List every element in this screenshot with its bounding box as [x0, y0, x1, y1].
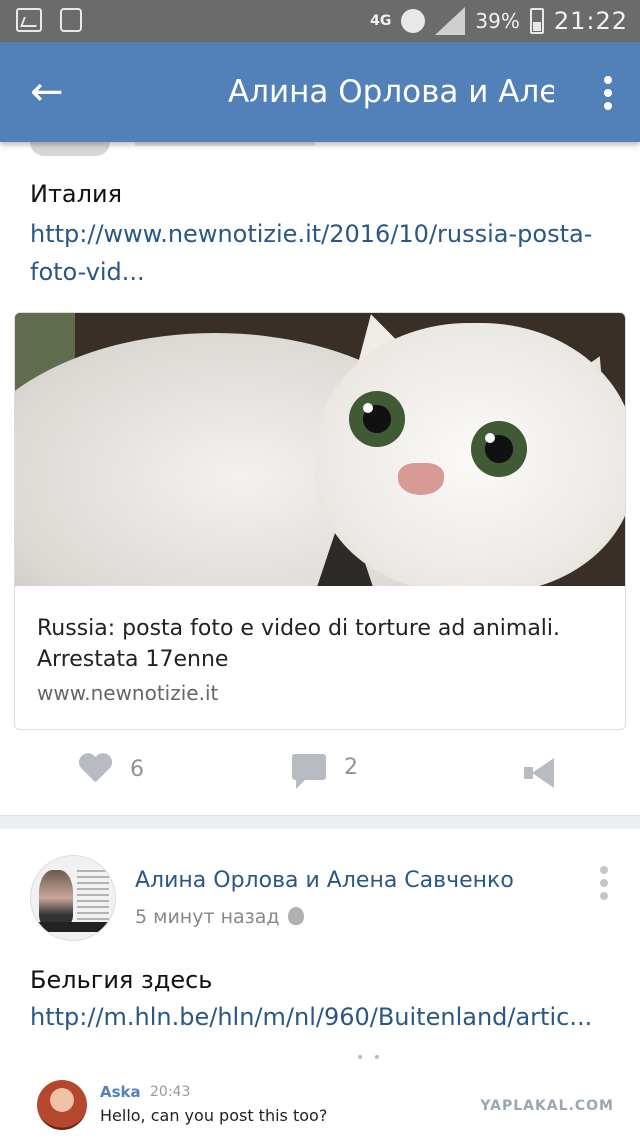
apple-icon: [287, 907, 304, 925]
app-bar: ← Алина Орлова и Алена Савченко: [0, 42, 640, 142]
post-link[interactable]: http://m.hln.be/hln/m/nl/960/Buitenland/…: [30, 998, 610, 1036]
card-title: Russia: posta foto e video di torture ad…: [37, 616, 561, 672]
page-title: Алина Орлова и Алена Савченко: [228, 74, 554, 110]
comment-button[interactable]: 2: [292, 754, 358, 789]
heart-icon: [78, 754, 112, 784]
sync-icon: [401, 9, 426, 33]
battery-percent: 39%: [475, 9, 520, 33]
avatar[interactable]: [30, 855, 116, 941]
post-separator: [0, 815, 640, 829]
post-time-text: 5 минут назад: [135, 906, 280, 928]
post-actions: 6 2: [0, 740, 640, 810]
reply-author: Aska: [100, 1083, 141, 1101]
post-author[interactable]: Алина Орлова и Алена Савченко: [135, 868, 514, 893]
like-button[interactable]: 6: [78, 754, 144, 784]
post-text: Италия: [30, 180, 123, 208]
post-date-cut-off: [135, 142, 315, 146]
signal-icon: [435, 7, 466, 35]
loading-indicator: • •: [356, 1050, 383, 1066]
avatar: [37, 1080, 87, 1130]
reply-text: Hello, can you post this too?: [100, 1106, 328, 1125]
gallery-notification-icon: [16, 8, 42, 32]
status-bar: 4G 39% 21:22: [0, 0, 640, 42]
post-time: 5 минут назад: [135, 906, 304, 928]
recycle-notification-icon: [60, 8, 82, 32]
avatar: [30, 142, 110, 156]
more-vertical-icon[interactable]: [604, 76, 612, 110]
link-preview-card[interactable]: Russia: posta foto e video di torture ad…: [14, 312, 626, 730]
post-link[interactable]: http://www.newnotizie.it/2016/10/russia-…: [30, 215, 610, 291]
post-menu-icon[interactable]: [600, 866, 608, 900]
preview-image: [15, 313, 625, 586]
watermark: YAPLAKAL.COM: [480, 1098, 614, 1114]
reply-time: 20:43: [150, 1084, 191, 1100]
arrow-left-icon[interactable]: ←: [30, 72, 70, 112]
network-type: 4G: [370, 12, 392, 29]
card-domain: www.newnotizie.it: [37, 681, 219, 705]
megaphone-icon[interactable]: [524, 758, 554, 788]
like-count: 6: [130, 756, 144, 782]
comment-bubble-icon: [292, 754, 326, 789]
clock: 21:22: [553, 7, 628, 35]
battery-icon: [529, 8, 544, 34]
post-text: Бельгия здесь: [30, 966, 213, 994]
comment-count: 2: [344, 754, 358, 780]
